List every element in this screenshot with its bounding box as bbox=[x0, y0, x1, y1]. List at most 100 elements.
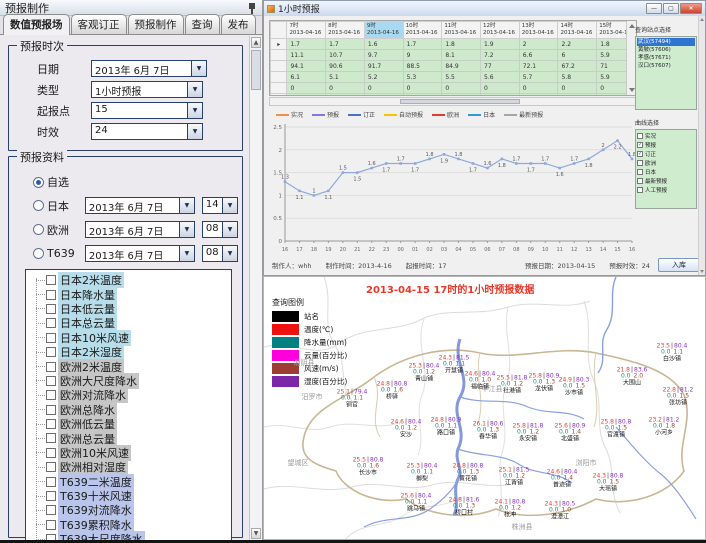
map-station[interactable]: 25.5|81.80.01.2社港镇 bbox=[497, 376, 528, 395]
map-station[interactable]: 25.5|80.80.01.6长沙市 bbox=[353, 458, 384, 477]
map-station[interactable]: 24.3|80.50.01.0澄潭江 bbox=[545, 502, 576, 521]
checkbox[interactable] bbox=[46, 419, 56, 429]
table-cell[interactable]: 0 bbox=[403, 83, 442, 94]
station-listbox[interactable]: 武汉(57494)黄陂(57606)孝感(57671)汉口(57607) bbox=[635, 36, 697, 110]
table-cell[interactable] bbox=[558, 94, 597, 96]
table-cell[interactable]: 9.7 bbox=[364, 50, 403, 61]
table-cell[interactable]: 94.1 bbox=[287, 61, 326, 72]
source-date-select[interactable]: 2013年 6月 7日 bbox=[85, 221, 195, 238]
curve-list-item[interactable]: 实况 bbox=[637, 131, 695, 140]
checkbox[interactable] bbox=[46, 347, 56, 357]
chevron-down-icon[interactable] bbox=[222, 198, 237, 213]
table-row[interactable]: 6.15.15.25.35.55.65.75.85.9 bbox=[271, 72, 636, 83]
element-checkbox-item[interactable]: 日本降水量 bbox=[30, 287, 231, 301]
map-station[interactable]: 24.1|80.80.01.2枨冲 bbox=[495, 500, 526, 519]
table-horizontal-scrollbar[interactable] bbox=[269, 97, 637, 106]
pin-icon[interactable] bbox=[247, 2, 257, 14]
radio-button[interactable] bbox=[33, 224, 44, 235]
map-station[interactable]: 24.6|80.40.01.4普迹镇 bbox=[547, 470, 578, 489]
panel-tab[interactable]: 数值预报场 bbox=[3, 14, 70, 35]
table-cell[interactable] bbox=[364, 94, 403, 96]
minimize-button[interactable]: — bbox=[646, 3, 662, 14]
table-cell[interactable] bbox=[481, 94, 520, 96]
table-cell[interactable] bbox=[326, 94, 365, 96]
element-checkbox-item[interactable]: T639二米温度 bbox=[30, 474, 231, 488]
checkbox[interactable] bbox=[46, 333, 56, 343]
element-checkbox-item[interactable]: 日本总云量 bbox=[30, 316, 231, 330]
window-scrollbar[interactable] bbox=[698, 16, 705, 275]
forecast-table[interactable]: 7时2013-04-168时2013-04-169时2013-04-1610时2… bbox=[270, 21, 636, 96]
element-checklist[interactable]: 日本2米温度日本降水量日本低云量日本总云量日本10米风速日本2米湿度欧洲2米温度… bbox=[25, 269, 232, 543]
table-row[interactable]: ▸1.71.71.61.71.81.922.21.8 bbox=[271, 39, 636, 50]
checkbox[interactable] bbox=[637, 133, 643, 139]
chevron-down-icon[interactable] bbox=[222, 246, 237, 261]
panel-tab[interactable]: 发布 bbox=[221, 14, 256, 34]
curve-listbox[interactable]: 实况✓预报✓订正欧洲日本最新预报人工预报 bbox=[635, 129, 697, 209]
map-station[interactable]: 25.8|80.90.01.3龙伏镇 bbox=[529, 374, 560, 393]
map-station[interactable]: 24.8|80.80.01.6桥驿 bbox=[377, 382, 408, 401]
checkbox[interactable] bbox=[46, 362, 56, 372]
table-row[interactable]: 94.190.691.788.584.97772.167.271 bbox=[271, 61, 636, 72]
station-list-item[interactable]: 黄陂(57606) bbox=[637, 46, 695, 54]
station-list-item[interactable]: 武汉(57494) bbox=[637, 38, 695, 46]
element-checkbox-item[interactable]: 欧洲大尺度降水 bbox=[30, 374, 231, 388]
table-cell[interactable]: 6.6 bbox=[519, 50, 558, 61]
element-checkbox-item[interactable]: T639十米风速 bbox=[30, 489, 231, 503]
table-column-header[interactable]: 13时2013-04-16 bbox=[519, 22, 558, 39]
element-checkbox-item[interactable]: 日本2米温度 bbox=[30, 273, 231, 287]
map-station[interactable]: 24.6|80.40.01.2安沙 bbox=[391, 420, 422, 439]
table-cell[interactable]: 0 bbox=[326, 83, 365, 94]
curve-list-item[interactable]: 最新预报 bbox=[637, 176, 695, 185]
table-cell[interactable]: 5.8 bbox=[558, 72, 597, 83]
table-column-header[interactable]: 8时2013-04-16 bbox=[326, 22, 365, 39]
source-date-select[interactable]: 2013年 6月 7日 bbox=[85, 245, 195, 262]
table-column-header[interactable]: 12时2013-04-16 bbox=[481, 22, 520, 39]
forecast-window-titlebar[interactable]: 1小时预报 — ▢ ✕ bbox=[264, 1, 705, 16]
combo-select[interactable]: 24 bbox=[91, 123, 203, 140]
map-station[interactable]: 24.9|80.30.01.5沙市镇 bbox=[559, 378, 590, 397]
map-station[interactable]: 25.3|80.40.01.2青山铺 bbox=[409, 364, 440, 383]
curve-list-item[interactable]: 日本 bbox=[637, 167, 695, 176]
chevron-down-icon[interactable] bbox=[179, 198, 194, 213]
checkbox[interactable] bbox=[46, 405, 56, 415]
map-station[interactable]: 24.6|80.40.01.0福临镇 bbox=[465, 372, 496, 391]
table-column-header[interactable]: 10时2013-04-16 bbox=[403, 22, 442, 39]
table-cell[interactable]: 0 bbox=[481, 83, 520, 94]
table-cell[interactable]: 5.1 bbox=[326, 72, 365, 83]
map-station[interactable]: 24.8|80.90.01.1路口镇 bbox=[431, 418, 462, 437]
map-station[interactable]: 25.1|79.40.01.1铜官 bbox=[337, 390, 368, 409]
source-hour-select[interactable]: 08 bbox=[202, 221, 238, 238]
source-date-select[interactable]: 2013年 6月 7日 bbox=[85, 197, 195, 214]
table-column-header[interactable]: 11时2013-04-16 bbox=[442, 22, 481, 39]
table-cell[interactable]: 1.6 bbox=[364, 39, 403, 50]
table-cell[interactable]: 9 bbox=[403, 50, 442, 61]
checkbox[interactable] bbox=[46, 318, 56, 328]
table-cell[interactable]: 84.9 bbox=[442, 61, 481, 72]
table-cell[interactable] bbox=[442, 94, 481, 96]
table-cell[interactable]: 5.3 bbox=[403, 72, 442, 83]
map-station[interactable]: 23.2|81.20.01.8小河乡 bbox=[649, 418, 680, 437]
checkbox[interactable] bbox=[46, 390, 56, 400]
checkbox[interactable] bbox=[637, 169, 643, 175]
station-list-item[interactable]: 汉口(57607) bbox=[637, 62, 695, 70]
chevron-down-icon[interactable] bbox=[179, 246, 194, 261]
map-station[interactable]: 25.3|80.40.01.1榔梨 bbox=[407, 464, 438, 483]
curve-list-item[interactable]: ✓订正 bbox=[637, 149, 695, 158]
map-station[interactable]: 25.8|80.80.01.5官渡镇 bbox=[601, 420, 632, 439]
curve-list-item[interactable]: 欧洲 bbox=[637, 158, 695, 167]
map-station[interactable]: 25.6|80.90.01.4北盛镇 bbox=[555, 424, 586, 443]
element-checkbox-item[interactable]: 欧洲总云量 bbox=[30, 431, 231, 445]
table-cell[interactable] bbox=[519, 94, 558, 96]
table-column-header[interactable]: 7时2013-04-16 bbox=[287, 22, 326, 39]
curve-list-item[interactable]: 人工预报 bbox=[637, 185, 695, 194]
checkbox[interactable] bbox=[637, 178, 643, 184]
combo-select[interactable]: 15 bbox=[91, 102, 203, 119]
element-checkbox-item[interactable]: 欧洲对流降水 bbox=[30, 388, 231, 402]
table-cell[interactable]: 1.8 bbox=[442, 39, 481, 50]
checkbox[interactable] bbox=[46, 462, 56, 472]
scrollbar-thumb[interactable] bbox=[251, 50, 261, 90]
table-cell[interactable]: 2.2 bbox=[558, 39, 597, 50]
table-row[interactable] bbox=[271, 94, 636, 96]
table-cell[interactable]: 72.1 bbox=[519, 61, 558, 72]
source-hour-select[interactable]: 14 bbox=[202, 197, 238, 214]
